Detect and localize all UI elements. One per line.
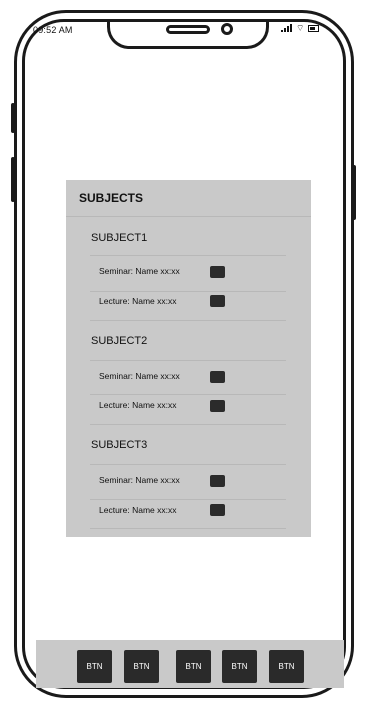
divider xyxy=(90,320,286,321)
toggle-button[interactable] xyxy=(210,295,225,307)
divider xyxy=(90,291,286,292)
list-item-label: Lecture: Name xx:xx xyxy=(99,505,177,515)
battery-icon xyxy=(308,24,320,32)
status-time: 09:52 AM xyxy=(33,25,73,35)
speaker-icon xyxy=(166,25,210,34)
toggle-button[interactable] xyxy=(210,400,225,412)
signal-icon xyxy=(281,24,292,32)
status-icons: ⌔ xyxy=(281,23,320,33)
list-item-label: Seminar: Name xx:xx xyxy=(99,475,180,485)
notch xyxy=(107,22,269,49)
toggle-button[interactable] xyxy=(210,266,225,278)
toggle-button[interactable] xyxy=(210,504,225,516)
nav-button-4[interactable]: BTN xyxy=(222,650,257,683)
list-item-label: Lecture: Name xx:xx xyxy=(99,400,177,410)
divider xyxy=(90,360,286,361)
divider xyxy=(90,499,286,500)
side-button-left-2 xyxy=(11,157,15,202)
toggle-button[interactable] xyxy=(210,371,225,383)
subjects-panel: SUBJECTS SUBJECT1 Seminar: Name xx:xx Le… xyxy=(66,180,311,537)
divider xyxy=(90,394,286,395)
divider xyxy=(90,255,286,256)
divider xyxy=(66,216,311,217)
nav-button-2[interactable]: BTN xyxy=(124,650,159,683)
list-item-label: Seminar: Name xx:xx xyxy=(99,266,180,276)
side-button-left-1 xyxy=(11,103,15,133)
divider xyxy=(90,424,286,425)
wifi-icon: ⌔ xyxy=(296,23,305,33)
list-item-label: Seminar: Name xx:xx xyxy=(99,371,180,381)
subject-title: SUBJECT3 xyxy=(91,439,148,451)
divider xyxy=(90,464,286,465)
camera-icon xyxy=(221,23,233,35)
panel-title: SUBJECTS xyxy=(79,191,144,205)
toggle-button[interactable] xyxy=(210,475,225,487)
nav-button-5[interactable]: BTN xyxy=(269,650,304,683)
subject-title: SUBJECT1 xyxy=(91,232,148,244)
nav-button-1[interactable]: BTN xyxy=(77,650,112,683)
list-item-label: Lecture: Name xx:xx xyxy=(99,296,177,306)
nav-button-3[interactable]: BTN xyxy=(176,650,211,683)
subject-title: SUBJECT2 xyxy=(91,335,148,347)
side-button-right xyxy=(352,165,356,220)
divider xyxy=(90,528,286,529)
